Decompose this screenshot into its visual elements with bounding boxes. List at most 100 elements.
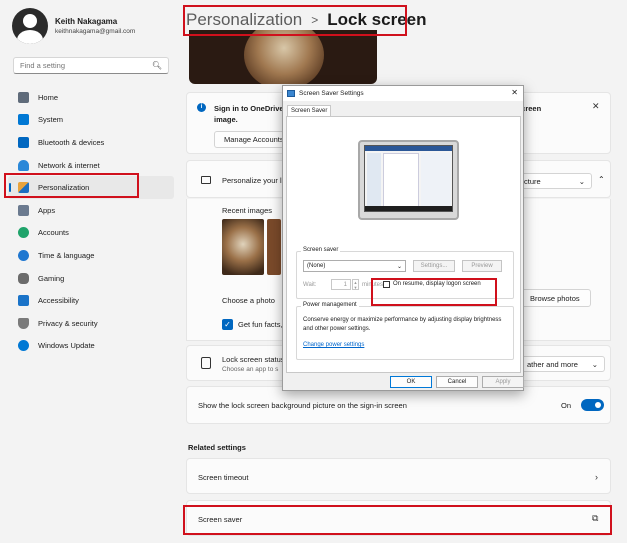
nav-label: Home [38, 92, 59, 102]
profile-name: Keith Nakagama [55, 17, 118, 26]
change-power-settings-link[interactable]: Change power settings [303, 342, 364, 348]
browse-photos-button[interactable]: Browse photos [519, 289, 591, 307]
screen-saver-app-icon [287, 90, 295, 97]
recent-image-thumbnail[interactable] [222, 219, 264, 275]
bgpic-toggle[interactable] [581, 399, 604, 411]
recent-image-thumbnail[interactable] [267, 219, 281, 275]
minutes-label: minutes [362, 282, 384, 288]
close-icon[interactable]: ✕ [592, 101, 600, 112]
screen-saver-row[interactable]: Screen saver ⧉ [186, 500, 611, 536]
nav-label: Network & internet [38, 160, 100, 170]
nav-label: Accessibility [38, 296, 79, 306]
screen-saver-select[interactable]: (None) ⌄ [303, 260, 406, 272]
chevron-right-icon: › [595, 472, 598, 482]
dropdown-value: ather and more [527, 359, 578, 369]
nav-label: Time & language [38, 250, 95, 260]
signin-title: Sign in to OneDrive [214, 104, 284, 113]
related-settings-heading: Related settings [188, 443, 246, 452]
nav-label: Bluetooth & devices [38, 137, 105, 147]
nav-item-privacy[interactable]: Privacy & security [8, 312, 174, 335]
nav-item-network[interactable]: Network & internet [8, 154, 174, 177]
screen-saver-dialog: Screen Saver Settings ✕ Screen Saver Scr… [282, 85, 524, 391]
nav-item-personalization[interactable]: Personalization [8, 176, 174, 199]
ok-button[interactable]: OK [390, 376, 432, 388]
page-title: Lock screen [327, 10, 427, 29]
resume-logon-checkbox[interactable] [383, 281, 390, 288]
cancel-button[interactable]: Cancel [436, 376, 478, 388]
update-icon [18, 340, 29, 352]
fun-facts-label: Get fun facts, [238, 320, 283, 329]
profile-email: keithnakagama@gmail.com [55, 28, 136, 35]
nav-label: Personalization [38, 183, 90, 193]
close-icon[interactable]: ✕ [511, 88, 518, 97]
gamepad-icon [18, 272, 29, 284]
nav-item-home[interactable]: Home [8, 86, 174, 109]
dialog-title: Screen Saver Settings [299, 90, 364, 97]
signin-title-line2: image. [214, 115, 238, 124]
wait-spinner[interactable]: ▲ ▼ [352, 279, 359, 290]
group-title: Screen saver [301, 247, 341, 253]
screen-saver-label: Screen saver [198, 515, 243, 524]
picture-icon [201, 176, 211, 184]
accessibility-icon [18, 295, 29, 307]
wait-minutes-input[interactable]: 1 [331, 279, 351, 290]
nav-item-accounts[interactable]: Accounts [8, 222, 174, 245]
shield-icon [18, 317, 29, 329]
group-title: Power management [301, 302, 359, 308]
background-type-dropdown[interactable]: cture ⌄ [517, 173, 592, 189]
nav-label: System [38, 115, 64, 125]
status-app-dropdown[interactable]: ather and more ⌄ [520, 356, 605, 372]
screen-timeout-row[interactable]: Screen timeout › [186, 458, 611, 494]
breadcrumb: Personalization > Lock screen [186, 10, 427, 30]
nav-item-accessibility[interactable]: Accessibility [8, 289, 174, 312]
lock-screen-preview [189, 30, 377, 84]
apply-button[interactable]: Apply [482, 376, 524, 388]
chevron-up-icon[interactable]: ⌃ [598, 175, 605, 184]
choose-photo-label: Choose a photo [222, 296, 275, 305]
search-input[interactable] [20, 61, 140, 70]
chevron-down-icon: ⌄ [396, 263, 402, 270]
brush-icon [18, 182, 29, 194]
nav-item-windows-update[interactable]: Windows Update [8, 335, 174, 358]
nav-item-gaming[interactable]: Gaming [8, 267, 174, 290]
monitor-icon [18, 114, 29, 126]
chevron-down-icon: ⌄ [591, 359, 598, 369]
search-box[interactable]: 🔍︎ [13, 57, 169, 74]
apps-icon [18, 204, 29, 216]
tab-screen-saver[interactable]: Screen Saver [287, 105, 332, 116]
globe-icon [18, 249, 29, 261]
monitor-preview [358, 140, 459, 220]
search-icon[interactable]: 🔍︎ [152, 61, 162, 70]
nav-label: Gaming [38, 273, 65, 283]
preview-button[interactable]: Preview [462, 260, 502, 272]
dialog-panel: Screen saver (None) ⌄ Settings... Preview… [286, 116, 521, 373]
nav-label: Windows Update [38, 341, 95, 351]
toggle-state-label: On [561, 401, 572, 410]
nav-item-apps[interactable]: Apps [8, 199, 174, 222]
accounts-icon [18, 227, 29, 239]
nav-item-time-language[interactable]: Time & language [8, 244, 174, 267]
wifi-icon [18, 159, 29, 171]
nav-item-system[interactable]: System [8, 109, 174, 132]
breadcrumb-parent[interactable]: Personalization [186, 10, 302, 30]
breadcrumb-separator: > [311, 13, 319, 27]
settings-button[interactable]: Settings... [413, 260, 455, 272]
fun-facts-checkbox[interactable]: ✓ [222, 319, 233, 330]
nav-label: Accounts [38, 228, 69, 238]
dialog-titlebar[interactable]: Screen Saver Settings ✕ [283, 86, 523, 101]
personalize-label: Personalize your l [222, 176, 282, 185]
info-icon: i [197, 103, 206, 112]
power-description: Conserve energy or maximize performance … [303, 317, 502, 332]
wait-label: Wait: [303, 282, 317, 288]
monitor-screen [364, 145, 453, 212]
chevron-down-icon: ⌄ [578, 176, 585, 186]
profile[interactable]: Keith Nakagama keithnakagama@gmail.com [12, 8, 135, 44]
home-icon [18, 91, 29, 103]
nav-label: Apps [38, 205, 56, 215]
select-value: (None) [307, 263, 326, 269]
bgpic-label: Show the lock screen background picture … [198, 401, 407, 410]
bluetooth-icon [18, 136, 29, 148]
resume-logon-label: On resume, display logon screen [393, 281, 481, 287]
external-link-icon: ⧉ [592, 513, 599, 523]
nav-item-bluetooth[interactable]: Bluetooth & devices [8, 131, 174, 154]
